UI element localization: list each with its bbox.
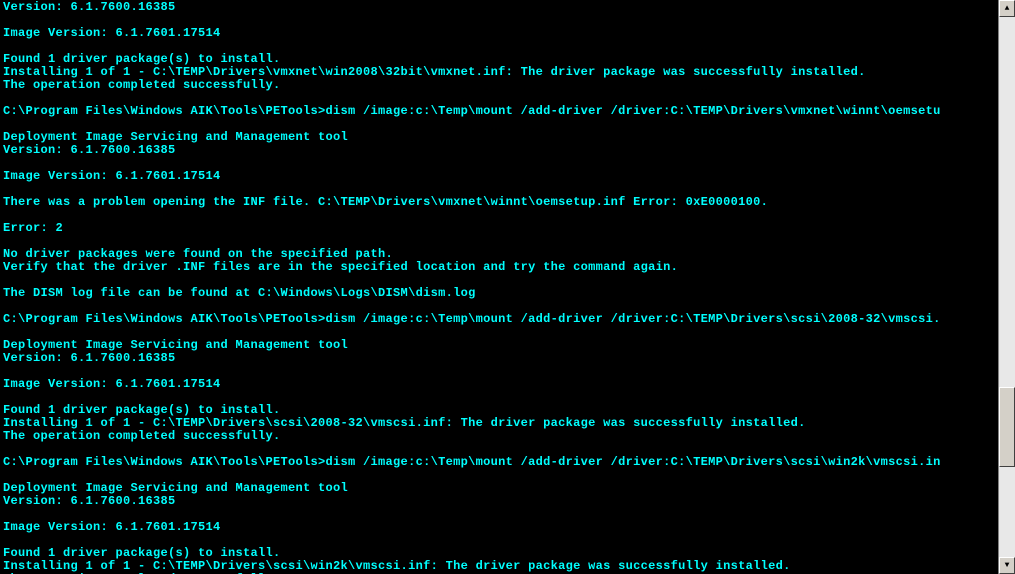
terminal-line bbox=[3, 209, 995, 222]
terminal-line: Version: 6.1.7600.16385 bbox=[3, 495, 995, 508]
terminal-line: The operation completed successfully. bbox=[3, 430, 995, 443]
terminal-line: Image Version: 6.1.7601.17514 bbox=[3, 170, 995, 183]
terminal-line: The DISM log file can be found at C:\Win… bbox=[3, 287, 995, 300]
terminal-window: Version: 6.1.7600.16385 Image Version: 6.… bbox=[0, 0, 1015, 574]
vertical-scrollbar[interactable]: ▲ ▼ bbox=[998, 0, 1015, 574]
terminal-line: There was a problem opening the INF file… bbox=[3, 196, 995, 209]
terminal-line: Version: 6.1.7600.16385 bbox=[3, 144, 995, 157]
terminal-line: C:\Program Files\Windows AIK\Tools\PEToo… bbox=[3, 105, 995, 118]
terminal-output[interactable]: Version: 6.1.7600.16385 Image Version: 6.… bbox=[0, 0, 998, 574]
scroll-up-arrow-icon[interactable]: ▲ bbox=[999, 0, 1015, 17]
terminal-line: Image Version: 6.1.7601.17514 bbox=[3, 378, 995, 391]
scroll-down-arrow-icon[interactable]: ▼ bbox=[999, 557, 1015, 574]
terminal-line: Version: 6.1.7600.16385 bbox=[3, 1, 995, 14]
terminal-line: Version: 6.1.7600.16385 bbox=[3, 352, 995, 365]
scroll-thumb[interactable] bbox=[999, 387, 1015, 467]
terminal-line: Verify that the driver .INF files are in… bbox=[3, 261, 995, 274]
terminal-line: Error: 2 bbox=[3, 222, 995, 235]
scroll-track[interactable] bbox=[999, 17, 1015, 557]
terminal-line: The operation completed successfully. bbox=[3, 79, 995, 92]
terminal-line: Image Version: 6.1.7601.17514 bbox=[3, 27, 995, 40]
terminal-line: Image Version: 6.1.7601.17514 bbox=[3, 521, 995, 534]
terminal-line: C:\Program Files\Windows AIK\Tools\PEToo… bbox=[3, 456, 995, 469]
terminal-line: C:\Program Files\Windows AIK\Tools\PEToo… bbox=[3, 313, 995, 326]
